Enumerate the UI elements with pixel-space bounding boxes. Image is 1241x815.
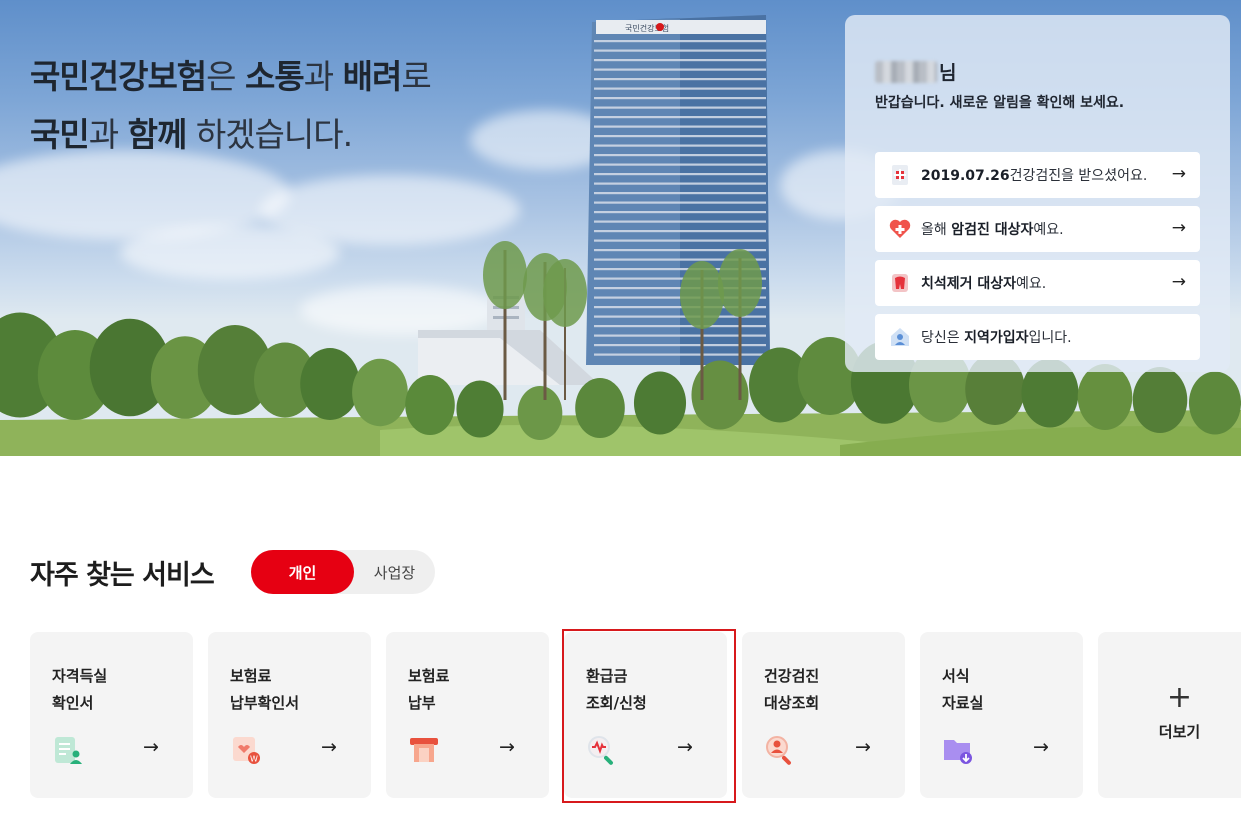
notice-text-segment: 올해 bbox=[921, 222, 952, 238]
service-type-toggle: 개인 사업장 bbox=[251, 550, 435, 594]
arrow-right-icon: → bbox=[143, 736, 159, 758]
hero-slogan-segment: 소통 bbox=[245, 57, 305, 96]
toggle-business[interactable]: 사업장 bbox=[354, 550, 435, 594]
svg-text:W: W bbox=[250, 755, 258, 764]
certificate-person-icon bbox=[52, 734, 84, 766]
notice-item[interactable]: 올해 암검진 대상자예요. → bbox=[875, 206, 1200, 252]
home-person-icon bbox=[889, 326, 911, 348]
hero-slogan: 국민건강보험은 소통과 배려로 국민과 함께 하겠습니다. bbox=[30, 48, 432, 164]
hero-slogan-segment: 배려 bbox=[342, 57, 403, 96]
hero-slogan-line1: 국민건강보험은 소통과 배려로 bbox=[30, 48, 432, 106]
service-card-label: 환급금 조회/신청 bbox=[586, 667, 647, 712]
folder-download-icon bbox=[942, 734, 974, 766]
notice-text-segment: 입니다. bbox=[1028, 330, 1072, 346]
arrow-right-icon: → bbox=[855, 736, 871, 758]
service-card-label: 보험료 납부 bbox=[408, 667, 450, 712]
arrow-right-icon: → bbox=[1171, 272, 1186, 292]
more-label: 더보기 bbox=[1158, 722, 1201, 741]
user-name-suffix: 님 bbox=[939, 62, 957, 84]
service-card[interactable]: 환급금 조회/신청 → bbox=[564, 632, 727, 798]
notice-text-segment: 지역가입자 bbox=[964, 330, 1029, 346]
notice-text-segment: 당신은 bbox=[921, 330, 965, 346]
notice-text-segment: 건강검진을 받으셨어요. bbox=[1009, 168, 1148, 184]
notice-text-segment: 예요. bbox=[1033, 222, 1064, 238]
arrow-right-icon: → bbox=[1171, 164, 1186, 184]
notification-panel: 님 반갑습니다. 새로운 알림을 확인해 보세요. 2019.07.26건강검진… bbox=[845, 15, 1230, 372]
hero-slogan-segment: 국민건강보험 bbox=[30, 57, 207, 96]
tooth-icon bbox=[889, 272, 911, 294]
person-search-icon bbox=[764, 734, 796, 766]
notice-text-segment: 치석제거 대상자 bbox=[921, 276, 1017, 292]
notice-text-segment: 암검진 대상자 bbox=[951, 222, 1034, 238]
hero-slogan-segment: 하겠습니다. bbox=[186, 115, 353, 154]
section-title: 자주 찾는 서비스 bbox=[30, 560, 215, 591]
service-card[interactable]: 보험료 납부확인서 W → bbox=[208, 632, 371, 798]
notice-item[interactable]: 2019.07.26건강검진을 받으셨어요. → bbox=[875, 152, 1200, 198]
arrow-right-icon: → bbox=[1171, 218, 1186, 238]
hero-slogan-segment: 함께 bbox=[127, 115, 188, 154]
arrow-right-icon: → bbox=[1033, 736, 1049, 758]
notice-text: 올해 암검진 대상자예요. bbox=[921, 219, 1064, 239]
notice-item[interactable]: 치석제거 대상자예요. → bbox=[875, 260, 1200, 306]
arrow-right-icon: → bbox=[677, 736, 693, 758]
hero-slogan-line2: 국민과 함께 하겠습니다. bbox=[30, 106, 431, 164]
payment-receipt-icon: W bbox=[230, 734, 262, 766]
service-card[interactable]: 건강검진 대상조회 → bbox=[742, 632, 905, 798]
heart-cross-icon bbox=[889, 218, 911, 240]
service-card[interactable]: 자격득실 확인서 → bbox=[30, 632, 193, 798]
notice-text: 2019.07.26건강검진을 받으셨어요. bbox=[921, 165, 1147, 185]
notice-text: 치석제거 대상자예요. bbox=[921, 273, 1046, 293]
service-card-label: 서식 자료실 bbox=[942, 667, 984, 712]
notice-item[interactable]: 당신은 지역가입자입니다. bbox=[875, 314, 1200, 360]
greeting-text: 반갑습니다. 새로운 알림을 확인해 보세요. bbox=[875, 95, 1125, 111]
service-card[interactable]: 서식 자료실 → bbox=[920, 632, 1083, 798]
blurred-user-name bbox=[875, 60, 937, 83]
card-payment-icon bbox=[408, 734, 440, 766]
more-services-card[interactable]: + 더보기 bbox=[1098, 632, 1241, 798]
hero-slogan-segment: 과 bbox=[88, 115, 128, 154]
hero-slogan-segment: 은 bbox=[206, 57, 246, 96]
toggle-individual[interactable]: 개인 bbox=[251, 550, 354, 594]
user-greeting-name: 님 bbox=[875, 58, 956, 85]
hero-slogan-segment: 로 bbox=[401, 57, 431, 96]
notice-text-segment: 2019.07.26 bbox=[921, 168, 1010, 184]
notice-text: 당신은 지역가입자입니다. bbox=[921, 327, 1072, 347]
checkup-document-icon bbox=[889, 164, 911, 186]
service-card-label: 건강검진 대상조회 bbox=[764, 667, 820, 712]
hero-slogan-segment: 과 bbox=[303, 57, 343, 96]
service-card-label: 자격득실 확인서 bbox=[52, 667, 108, 712]
arrow-right-icon: → bbox=[499, 736, 515, 758]
plus-icon: + bbox=[1166, 679, 1193, 715]
hero-slogan-segment: 국민 bbox=[30, 115, 90, 154]
refund-search-icon bbox=[586, 734, 618, 766]
service-card[interactable]: 보험료 납부 → bbox=[386, 632, 549, 798]
service-card-label: 보험료 납부확인서 bbox=[230, 667, 300, 712]
notice-text-segment: 예요. bbox=[1016, 276, 1047, 292]
arrow-right-icon: → bbox=[321, 736, 337, 758]
